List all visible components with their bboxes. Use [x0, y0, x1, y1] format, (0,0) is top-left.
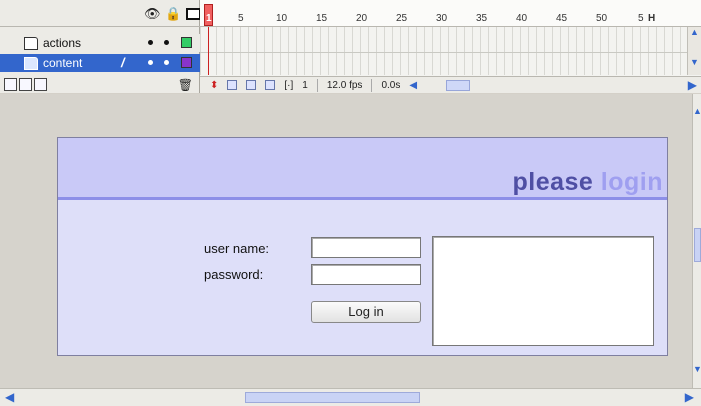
outline-color-swatch[interactable] — [181, 37, 192, 48]
timeline-panel: 👁 🔒 actions content / 🗑 1 5 10 15 20 25 … — [0, 0, 701, 93]
ruler-tick: 15 — [316, 13, 328, 24]
ruler-tick: 5 — [238, 13, 244, 24]
current-frame: 1 — [302, 79, 308, 91]
edit-multiple-frames-icon[interactable] — [265, 80, 276, 90]
password-field[interactable] — [311, 264, 421, 285]
center-frame-icon[interactable]: ⬍ — [210, 80, 218, 91]
timeline-menu-label[interactable]: H — [648, 13, 655, 24]
scroll-down-icon[interactable]: ▼ — [693, 364, 701, 374]
frame-area: 1 5 10 15 20 25 30 35 40 45 50 5 H ▲ ▼ ⬍… — [200, 0, 701, 93]
scroll-right-icon[interactable]: ▶ — [685, 390, 694, 404]
login-banner: please login — [58, 138, 667, 200]
frame-grid[interactable] — [200, 27, 687, 75]
ruler-tick: 20 — [356, 13, 368, 24]
scroll-up-icon[interactable]: ▲ — [693, 106, 701, 116]
timeline-vertical-scrollbar[interactable]: ▲ ▼ — [687, 27, 701, 75]
layer-icon — [24, 36, 38, 50]
lock-icon[interactable]: 🔒 — [165, 6, 181, 22]
password-label: password: — [204, 267, 264, 282]
banner-word-login: login — [600, 168, 663, 196]
layer-toolbar: 🗑 — [0, 76, 200, 93]
scroll-left-icon[interactable]: ◀ — [409, 80, 417, 91]
ruler-tick: 30 — [436, 13, 448, 24]
stage-vertical-scrollbar[interactable]: ▲ ▼ — [692, 94, 701, 388]
ruler-tick: 5 — [638, 13, 644, 24]
ruler-tick: 10 — [276, 13, 288, 24]
layer-content[interactable]: content / — [0, 54, 200, 72]
onion-skin-outlines-icon[interactable] — [246, 80, 257, 90]
banner-word-please: please — [512, 168, 594, 196]
scroll-left-icon[interactable]: ◀ — [5, 390, 14, 404]
ruler-tick: 35 — [476, 13, 488, 24]
timeline-horizontal-scroll-thumb[interactable] — [446, 80, 470, 91]
vertical-scroll-thumb[interactable] — [694, 228, 701, 262]
layer-header: 👁 🔒 — [0, 0, 201, 27]
stage-canvas: please login user name: password: Log in — [57, 137, 668, 356]
ruler-tick: 40 — [516, 13, 528, 24]
horizontal-scroll-thumb[interactable] — [245, 392, 420, 403]
elapsed-time: 0.0s — [381, 79, 401, 91]
ruler-tick: 50 — [596, 13, 608, 24]
username-label: user name: — [204, 241, 270, 256]
insert-folder-icon[interactable] — [34, 78, 47, 91]
username-field[interactable] — [311, 237, 421, 258]
message-textarea[interactable] — [432, 236, 654, 346]
trash-icon[interactable]: 🗑 — [178, 78, 193, 92]
pencil-icon: / — [121, 55, 125, 70]
add-guide-layer-icon[interactable] — [19, 78, 32, 91]
timeline-status-bar: ⬍ [·] 1 12.0 fps 0.0s ◀ ▶ — [200, 76, 701, 93]
stage-area: please login user name: password: Log in — [0, 94, 692, 388]
scroll-down-icon[interactable]: ▼ — [688, 57, 701, 67]
scroll-right-icon[interactable]: ▶ — [688, 78, 697, 92]
playhead-line — [208, 27, 209, 75]
onion-skin-icon[interactable] — [227, 80, 238, 90]
layer-name: actions — [43, 36, 82, 50]
scroll-up-icon[interactable]: ▲ — [688, 27, 701, 37]
lock-dot[interactable] — [164, 40, 169, 45]
lock-dot[interactable] — [164, 60, 169, 65]
layer-icon — [24, 56, 38, 70]
stage-horizontal-scrollbar[interactable]: ◀ ▶ — [0, 388, 701, 406]
layer-name: content — [43, 56, 83, 70]
login-button[interactable]: Log in — [311, 301, 421, 323]
insert-layer-icon[interactable] — [4, 78, 17, 91]
modify-onion-markers-icon[interactable]: [·] — [284, 80, 293, 91]
layer-list: 👁 🔒 actions content / 🗑 — [0, 0, 201, 93]
visibility-dot[interactable] — [148, 60, 153, 65]
frame-ruler[interactable]: 1 5 10 15 20 25 30 35 40 45 50 5 H — [200, 0, 701, 27]
eye-icon[interactable]: 👁 — [144, 6, 161, 22]
ruler-tick: 1 — [206, 13, 212, 24]
banner-title: please login — [512, 168, 663, 197]
flash-authoring-window: 👁 🔒 actions content / 🗑 1 5 10 15 20 25 … — [0, 0, 701, 406]
visibility-dot[interactable] — [148, 40, 153, 45]
layer-actions[interactable]: actions — [0, 34, 200, 52]
frame-rate[interactable]: 12.0 fps — [327, 80, 363, 91]
ruler-tick: 45 — [556, 13, 568, 24]
ruler-tick: 25 — [396, 13, 408, 24]
outline-icon[interactable] — [186, 8, 201, 20]
outline-color-swatch[interactable] — [181, 57, 192, 68]
